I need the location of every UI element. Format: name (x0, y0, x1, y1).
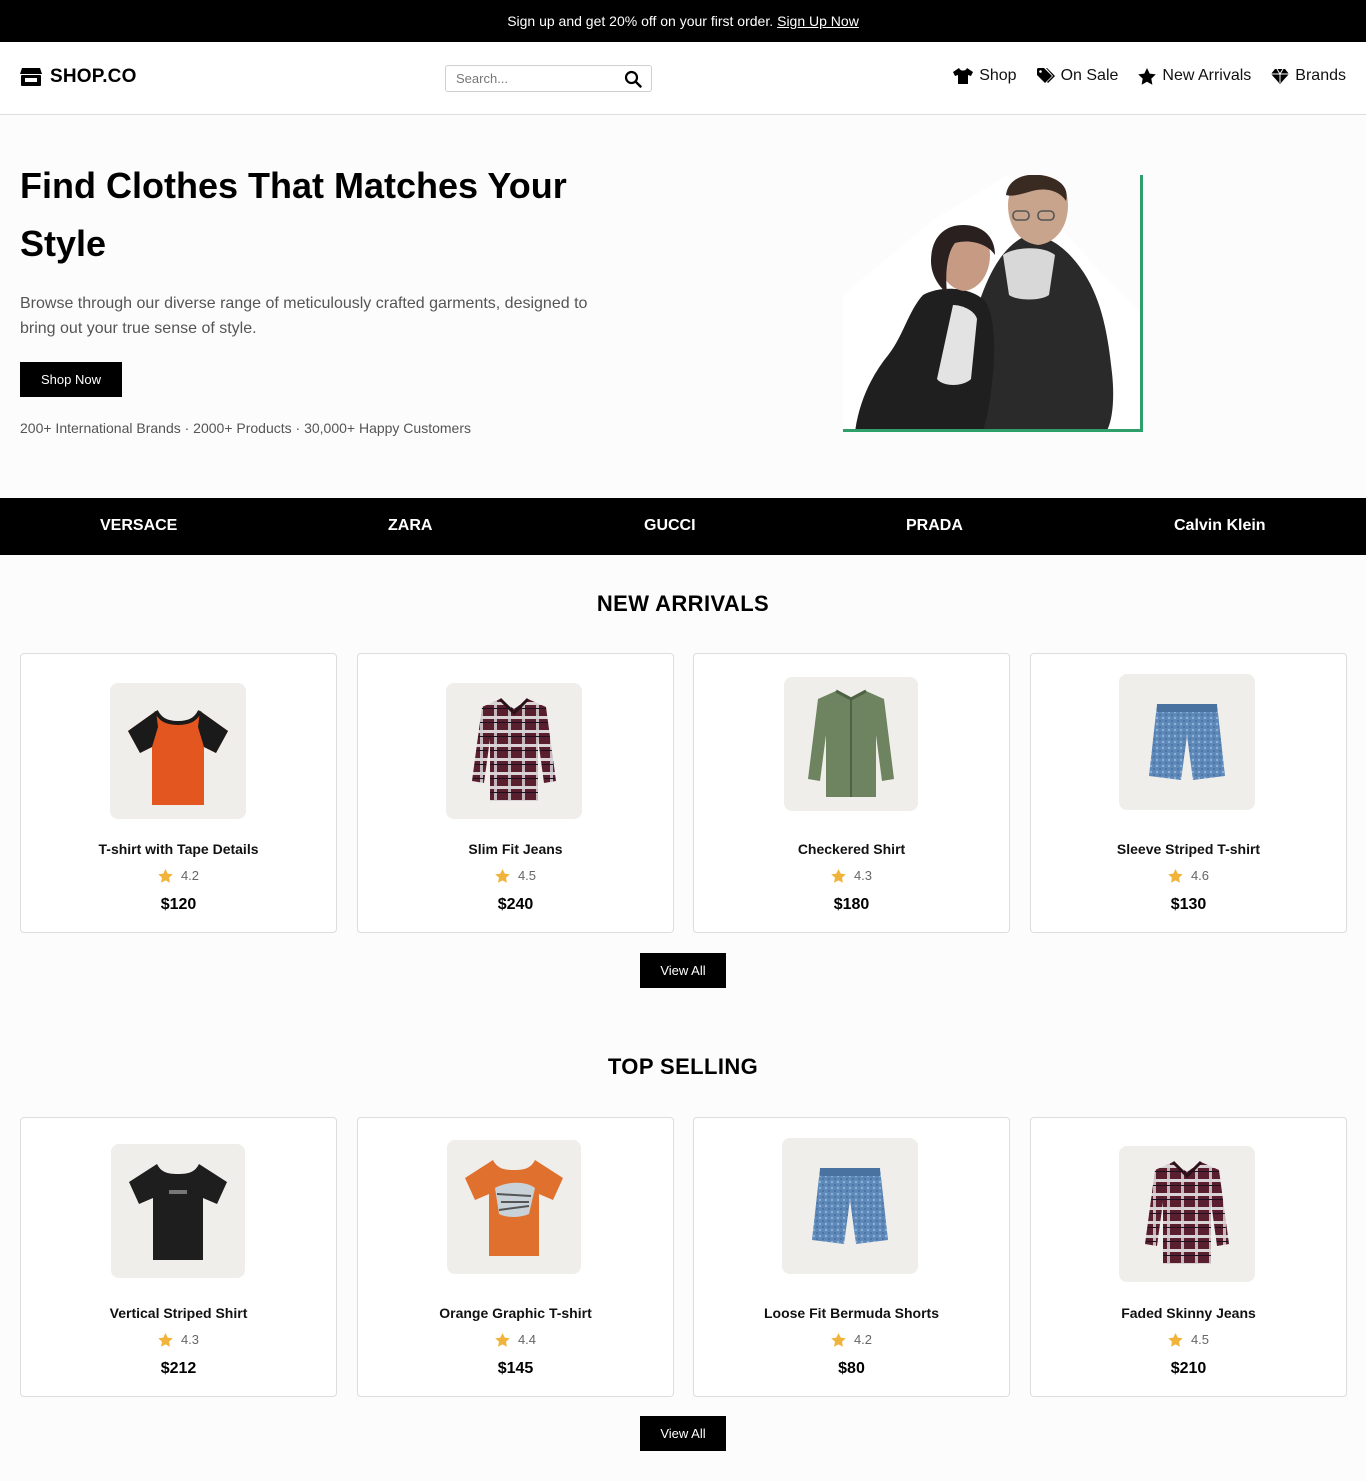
nav-on-sale-label: On Sale (1060, 67, 1119, 84)
product-name: Slim Fit Jeans (468, 841, 563, 857)
star-icon (158, 868, 173, 883)
product-rating: 4.5 (1031, 1332, 1346, 1347)
product-image-plaid-shirt (1119, 1146, 1255, 1282)
product-name: T-shirt with Tape Details (98, 841, 259, 857)
nav-shop[interactable]: Shop (953, 67, 1017, 85)
star-icon (1138, 67, 1157, 85)
product-image-tshirt (110, 683, 246, 819)
product-name: Loose Fit Bermuda Shorts (763, 1305, 940, 1321)
product-rating: 4.5 (358, 868, 673, 883)
rating-value: 4.2 (853, 1332, 873, 1347)
product-name: Faded Skinny Jeans (1121, 1305, 1256, 1321)
product-price: $120 (160, 896, 197, 913)
new-arrivals-title: NEW ARRIVALS (596, 591, 770, 616)
hero-stats: 200+ International Brands · 2000+ Produc… (20, 420, 471, 436)
announcement-bar: Sign up and get 20% off on your first or… (0, 0, 1366, 42)
product-card[interactable]: T-shirt with Tape Details 4.2 $120 (20, 653, 337, 933)
brand-gucci[interactable]: GUCCI (644, 517, 696, 535)
store-icon (20, 68, 42, 86)
top-selling-title: TOP SELLING (607, 1054, 759, 1079)
nav-on-sale[interactable]: On Sale (1036, 67, 1119, 85)
rating-value: 4.5 (517, 868, 537, 883)
rating-value: 4.2 (180, 868, 200, 883)
product-price: $240 (497, 896, 534, 913)
nav-brands-label: Brands (1295, 67, 1346, 84)
product-name: Checkered Shirt (797, 841, 906, 857)
tshirt-icon (953, 68, 974, 84)
product-card[interactable]: Orange Graphic T-shirt 4.4 $145 (357, 1117, 674, 1397)
product-image-green-shirt (784, 677, 918, 811)
brand-zara[interactable]: ZARA (388, 517, 432, 535)
main-nav: Shop On Sale New Arrivals Brands (953, 67, 1346, 85)
announcement-text: Sign up and get 20% off on your first or… (507, 13, 774, 29)
search-input[interactable] (446, 71, 616, 86)
product-rating: 4.2 (21, 868, 336, 883)
product-image-bermuda-shorts (782, 1138, 918, 1274)
star-icon (1168, 868, 1183, 883)
search-box (445, 65, 652, 92)
nav-new-arrivals[interactable]: New Arrivals (1138, 67, 1251, 85)
nav-brands[interactable]: Brands (1271, 67, 1346, 85)
logo[interactable]: SHOP.CO (20, 66, 137, 88)
product-image-denim-shorts (1119, 674, 1255, 810)
rating-value: 4.6 (1190, 868, 1210, 883)
product-image-orange-graphic-tshirt (447, 1140, 581, 1274)
rating-value: 4.3 (853, 868, 873, 883)
hero-title: Find Clothes That Matches Your Style (20, 165, 567, 264)
product-price: $210 (1170, 1360, 1207, 1377)
product-price: $145 (497, 1360, 534, 1377)
sign-up-link[interactable]: Sign Up Now (777, 13, 859, 29)
product-rating: 4.4 (358, 1332, 673, 1347)
product-card[interactable]: Vertical Striped Shirt 4.3 $212 (20, 1117, 337, 1397)
product-price: $180 (833, 896, 870, 913)
tags-icon (1036, 68, 1055, 83)
product-image-plaid-shirt (446, 683, 582, 819)
product-card[interactable]: Slim Fit Jeans 4.5 $240 (357, 653, 674, 933)
top-selling-view-all-button[interactable]: View All (640, 1416, 726, 1451)
product-name: Sleeve Striped T-shirt (1116, 841, 1261, 857)
product-card[interactable]: Loose Fit Bermuda Shorts 4.2 $80 (693, 1117, 1010, 1397)
nav-shop-label: Shop (979, 67, 1017, 84)
product-price: $80 (838, 1360, 865, 1377)
product-name: Vertical Striped Shirt (109, 1305, 248, 1321)
shop-now-button[interactable]: Shop Now (20, 362, 122, 397)
brand-versace[interactable]: VERSACE (100, 517, 177, 535)
product-image-black-tshirt (111, 1144, 245, 1278)
star-icon (831, 1332, 846, 1347)
star-icon (495, 868, 510, 883)
brand-strip: VERSACE ZARA GUCCI PRADA Calvin Klein (0, 498, 1366, 555)
hero-description: Browse through our diverse range of meti… (20, 295, 588, 337)
star-icon (495, 1332, 510, 1347)
gem-icon (1271, 68, 1290, 84)
header: SHOP.CO Shop On Sale New Arrivals Brands (0, 42, 1366, 115)
rating-value: 4.3 (180, 1332, 200, 1347)
search-icon[interactable] (624, 70, 642, 88)
rating-value: 4.5 (1190, 1332, 1210, 1347)
product-rating: 4.3 (21, 1332, 336, 1347)
star-icon (158, 1332, 173, 1347)
product-rating: 4.3 (694, 868, 1009, 883)
product-price: $130 (1170, 896, 1207, 913)
product-card[interactable]: Faded Skinny Jeans 4.5 $210 (1030, 1117, 1347, 1397)
product-card[interactable]: Checkered Shirt 4.3 $180 (693, 653, 1010, 933)
rating-value: 4.4 (517, 1332, 537, 1347)
nav-new-arrivals-label: New Arrivals (1162, 67, 1252, 84)
product-rating: 4.6 (1031, 868, 1346, 883)
star-icon (1168, 1332, 1183, 1347)
hero-image (843, 175, 1143, 432)
brand-calvin-klein[interactable]: Calvin Klein (1174, 517, 1266, 535)
brand-prada[interactable]: PRADA (906, 517, 963, 535)
new-arrivals-view-all-button[interactable]: View All (640, 953, 726, 988)
product-rating: 4.2 (694, 1332, 1009, 1347)
product-price: $212 (160, 1360, 197, 1377)
product-card[interactable]: Sleeve Striped T-shirt 4.6 $130 (1030, 653, 1347, 933)
product-name: Orange Graphic T-shirt (439, 1305, 592, 1321)
star-icon (831, 868, 846, 883)
logo-text: SHOP.CO (50, 66, 137, 87)
